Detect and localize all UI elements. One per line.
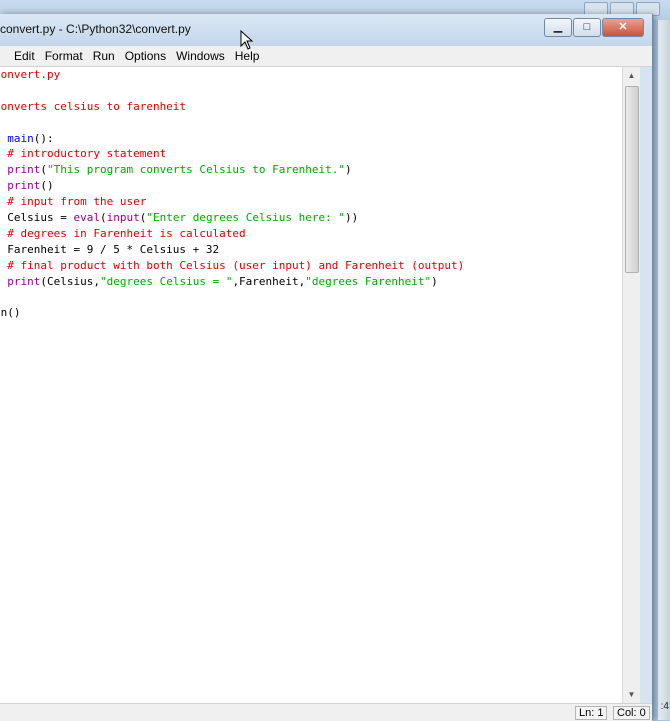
code-token-plain: ) [431,274,438,288]
menu-help[interactable]: Help [230,49,265,63]
code-token-builtin: print [7,274,41,288]
menu-windows[interactable]: Windows [171,49,230,63]
code-line: print(Celsius,"degrees Celsius = ",Faren… [0,274,464,290]
menu-bar: Edit Format Run Options Windows Help [0,46,652,67]
background-window-edge: :4 [658,20,670,720]
menu-run[interactable]: Run [88,49,120,63]
code-line: # input from the user [0,194,464,210]
maximize-button[interactable]: □ [573,18,601,37]
code-token-plain: (): [33,131,54,145]
mouse-pointer-icon [240,30,254,50]
code-token-plain: in() [0,306,21,320]
code-token-plain: ,Farenheit, [232,274,306,288]
code-token-string: "degrees Farenheit" [305,274,432,288]
code-line: # introductory statement [0,146,464,162]
code-line: print() [0,178,464,194]
code-token-comment: # input from the user [0,195,147,209]
code-line: convert.py [0,67,464,83]
code-token-plain: Celsius = [0,211,74,225]
code-token-plain: ( [40,163,47,177]
code-token-plain: )) [345,211,359,225]
code-token-builtin: input [106,211,140,225]
code-line: Farenheit = 9 / 5 * Celsius + 32 [0,242,464,258]
code-token-builtin: eval [73,211,100,225]
code-line: print("This program converts Celsius to … [0,162,464,178]
code-token-builtin: print [7,163,41,177]
code-line: in() [0,305,464,321]
background-status-partial: :4 [660,701,669,712]
status-column: Col: 0 [613,706,650,720]
scroll-down-icon[interactable]: ▼ [623,686,640,703]
menu-format[interactable]: Format [40,49,88,63]
code-text: convert.py converts celsius to farenheit f… [0,67,464,321]
code-line: # degrees in Farenheit is calculated [0,226,464,242]
vertical-scrollbar[interactable]: ▲ ▼ [622,67,640,703]
scroll-up-icon[interactable]: ▲ [623,67,640,84]
code-token-comment: # introductory statement [0,147,167,161]
code-token-builtin: print [7,179,41,193]
close-button[interactable]: ✕ [602,18,644,37]
scrollbar-thumb[interactable] [625,86,639,273]
code-token-plain: Farenheit = 9 / 5 * Celsius + 32 [0,242,220,256]
window-controls: ▁ □ ✕ [544,18,644,37]
code-token-comment: # final product with both Celsius (user … [0,258,465,272]
code-editor[interactable]: convert.py converts celsius to farenheit f… [0,67,622,703]
code-token-comment: # degrees in Farenheit is calculated [0,226,246,240]
code-token-plain: ) [345,163,352,177]
code-token-plain: () [40,179,54,193]
code-token-def: main [7,131,34,145]
code-token-string: "Enter degrees Celsius here: " [146,211,346,225]
code-token-plain: (Celsius, [40,274,100,288]
code-line: converts celsius to farenheit [0,99,464,115]
code-line: f main(): [0,131,464,147]
title-bar[interactable]: convert.py - C:\Python32\convert.py ▁ □ … [0,14,652,46]
code-line: # final product with both Celsius (user … [0,258,464,274]
code-line: Celsius = eval(input("Enter degrees Cels… [0,210,464,226]
menu-options[interactable]: Options [120,49,171,63]
code-token-string: "degrees Celsius = " [99,274,233,288]
minimize-button[interactable]: ▁ [544,18,572,37]
code-token-comment: convert.py [0,68,61,81]
code-token-plain: ( [99,211,107,225]
code-token-string: "This program converts Celsius to Farenh… [47,163,346,177]
idle-editor-window: convert.py - C:\Python32\convert.py ▁ □ … [0,14,653,721]
status-line: Ln: 1 [575,706,608,720]
window-title: convert.py - C:\Python32\convert.py [0,22,191,36]
menu-edit[interactable]: Edit [0,49,40,63]
code-token-comment: converts celsius to farenheit [0,99,187,113]
status-bar: Ln: 1 Col: 0 [0,703,652,721]
